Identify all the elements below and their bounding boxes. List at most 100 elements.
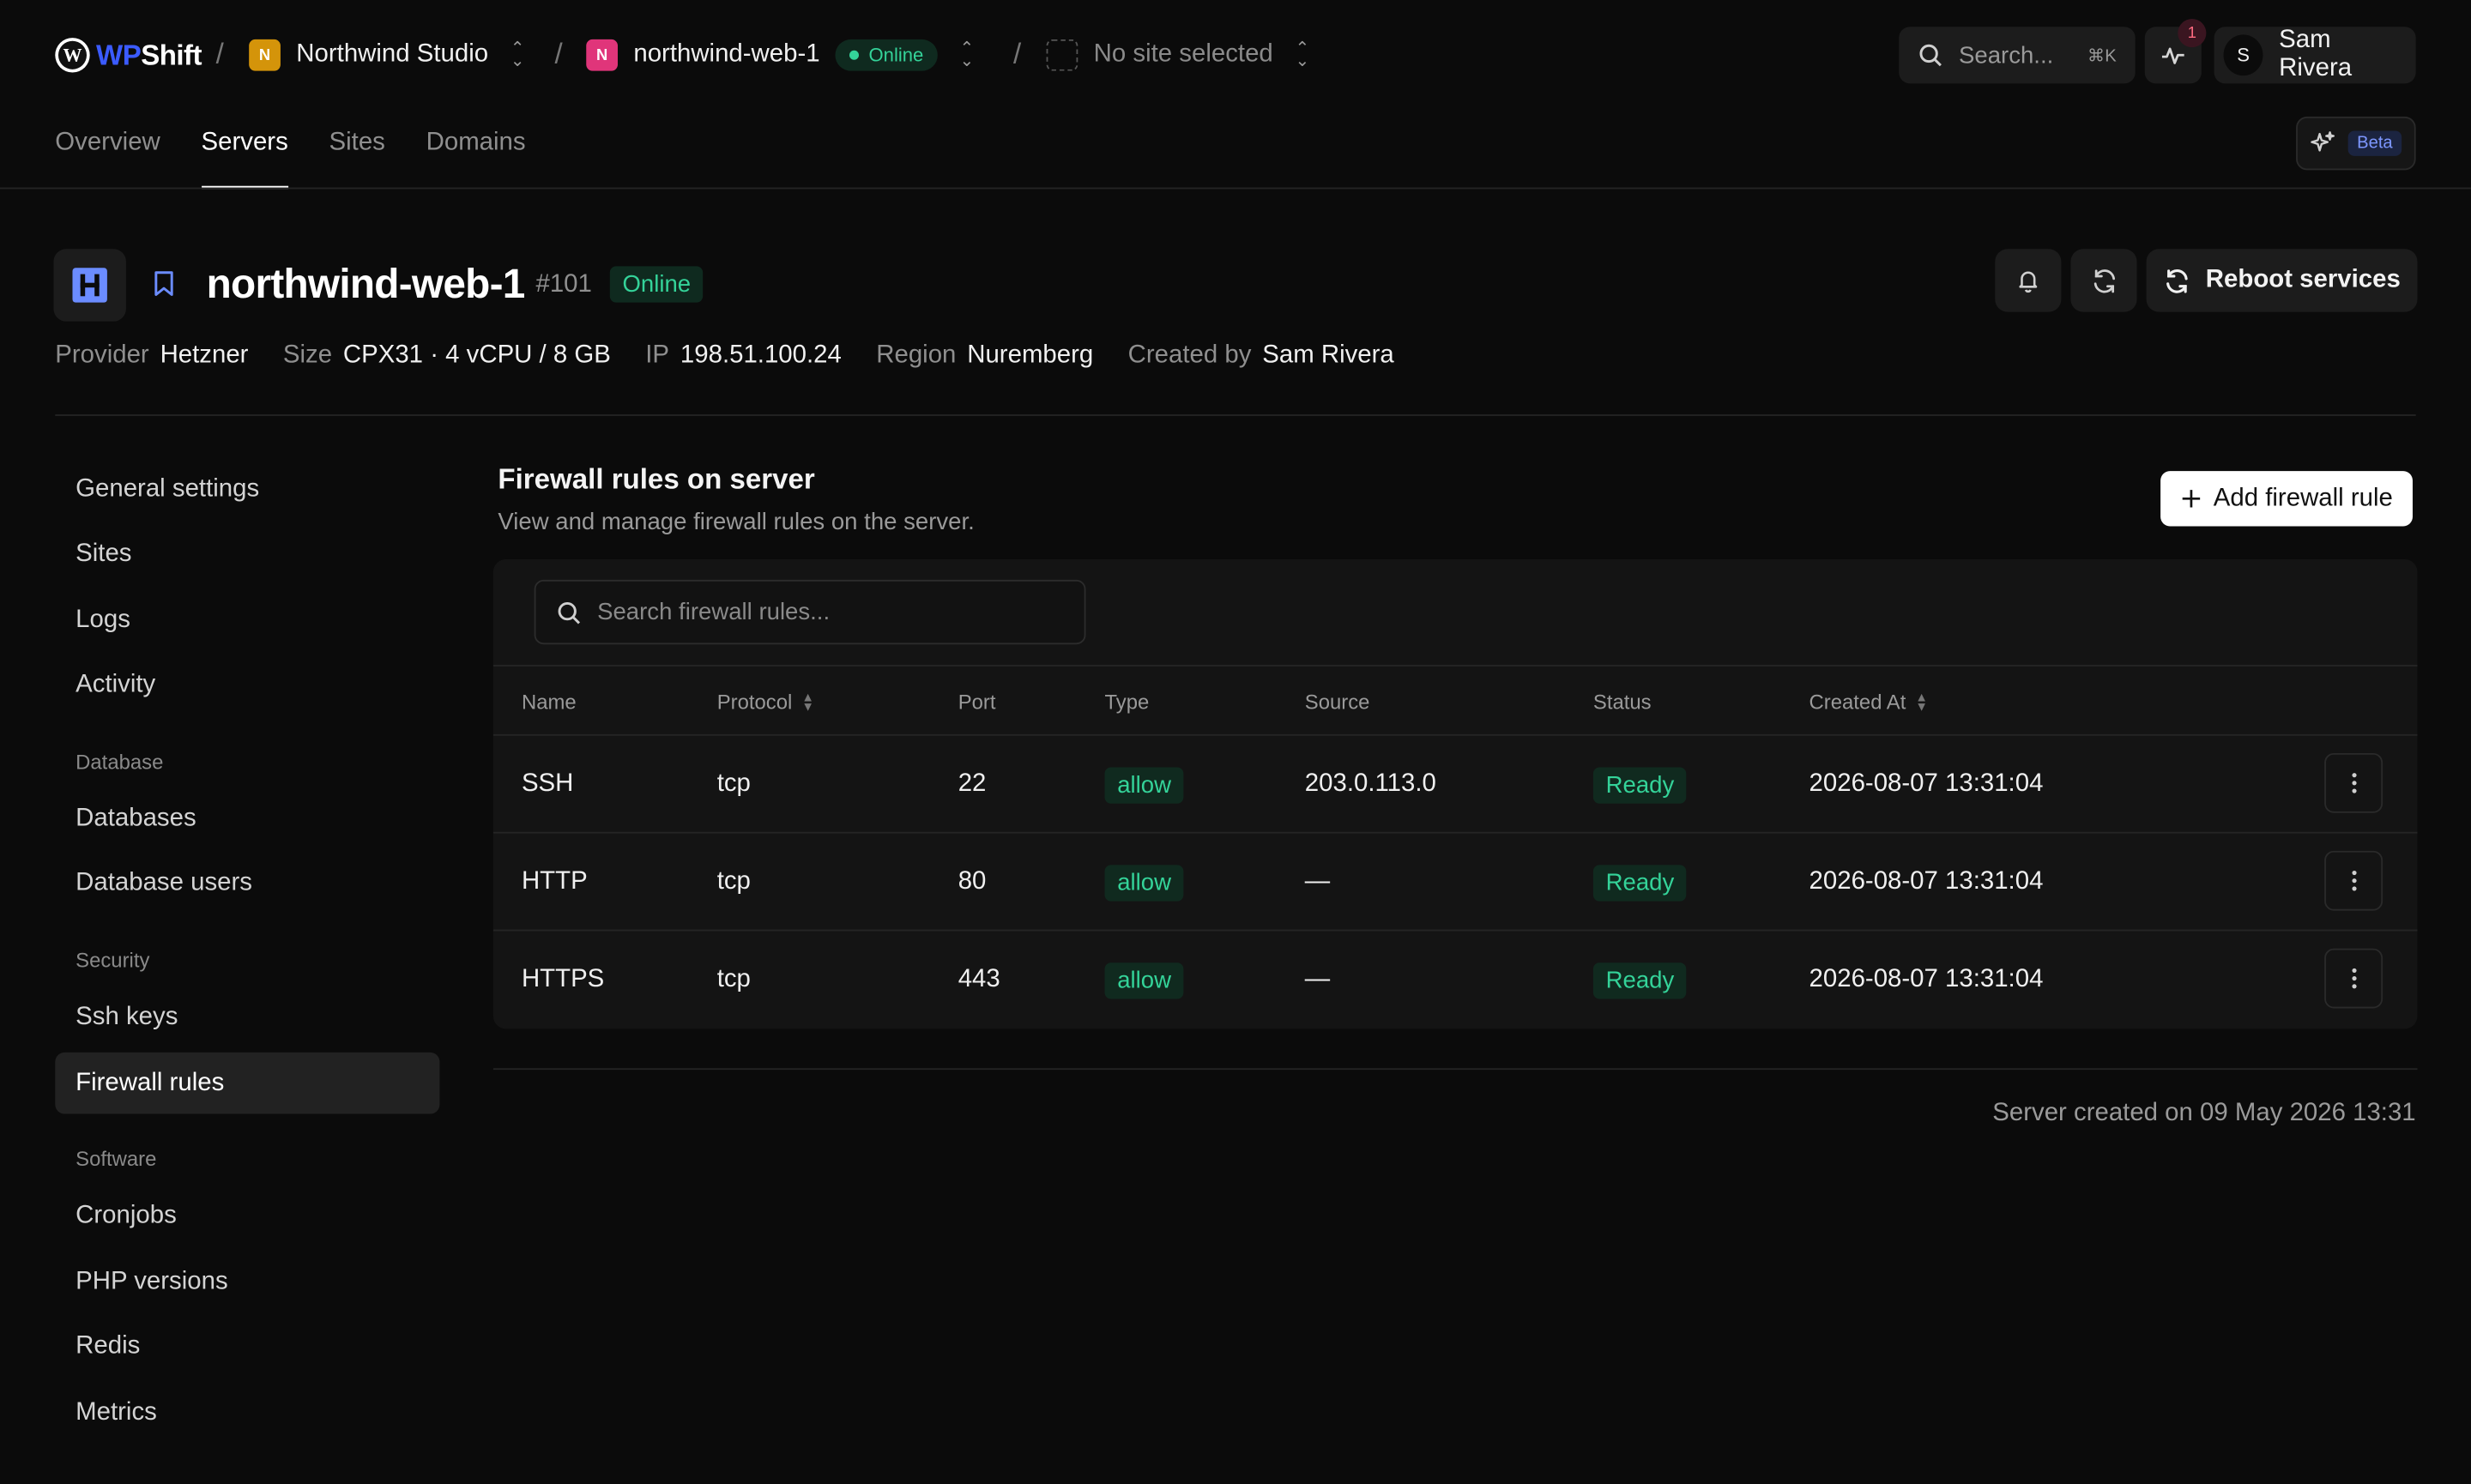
rule-protocol: tcp bbox=[716, 965, 751, 993]
status-badge: Online bbox=[609, 266, 704, 303]
sidebar-group-software: Software bbox=[76, 1147, 157, 1171]
chevron-updown-icon: ⌃ ⌄ bbox=[1295, 39, 1310, 71]
column-header-port: Port bbox=[958, 690, 996, 715]
rule-status-cell: Ready bbox=[1592, 736, 1687, 834]
ai-assistant-button[interactable]: Beta bbox=[2296, 116, 2416, 171]
sidebar-item-php-versions[interactable]: PHP versions bbox=[55, 1251, 439, 1312]
rule-status-cell: Ready bbox=[1592, 931, 1687, 1029]
column-header-status: Status bbox=[1592, 690, 1652, 715]
rule-created-at: 2026-08-07 13:31:04 bbox=[1809, 965, 2044, 993]
logo[interactable]: W WPShift bbox=[55, 36, 202, 74]
sidebar-item-activity[interactable]: Activity bbox=[55, 654, 439, 715]
rule-port: 22 bbox=[958, 770, 987, 798]
top-bar: W WPShift / N Northwind Studio ⌃ ⌄ / N no… bbox=[0, 0, 2471, 111]
sidebar-item-redis[interactable]: Redis bbox=[55, 1316, 439, 1378]
user-menu[interactable]: S Sam Rivera bbox=[2214, 27, 2416, 84]
sidebar-group-database: Database bbox=[76, 750, 164, 774]
avatar: S bbox=[2223, 34, 2263, 76]
hetzner-icon bbox=[72, 268, 107, 303]
rule-port: 80 bbox=[958, 868, 987, 896]
rule-type-cell: allow bbox=[1104, 736, 1184, 834]
divider bbox=[492, 665, 2418, 667]
status-badge: Ready bbox=[1592, 962, 1687, 998]
search-icon bbox=[558, 601, 581, 624]
more-vertical-icon bbox=[2351, 773, 2356, 793]
sidebar-item-general-settings[interactable]: General settings bbox=[55, 458, 439, 520]
chevron-updown-icon: ⌃ ⌄ bbox=[959, 39, 975, 71]
sidebar-item-ssh-keys[interactable]: Ssh keys bbox=[55, 986, 439, 1048]
divider bbox=[492, 1068, 2418, 1071]
team-avatar: N bbox=[249, 39, 281, 71]
sidebar-item-cronjobs[interactable]: Cronjobs bbox=[55, 1185, 439, 1246]
sidebar-item-logs[interactable]: Logs bbox=[55, 589, 439, 651]
column-header-type: Type bbox=[1104, 690, 1150, 715]
rule-source: 203.0.113.0 bbox=[1304, 770, 1436, 798]
rule-protocol: tcp bbox=[716, 868, 751, 896]
rule-name: HTTP bbox=[521, 868, 588, 896]
type-badge: allow bbox=[1104, 766, 1184, 803]
search-shortcut: ⌘K bbox=[2087, 46, 2117, 66]
tab-servers[interactable]: Servers bbox=[201, 130, 289, 190]
search-placeholder: Search firewall rules... bbox=[597, 598, 831, 626]
column-header-protocol[interactable]: Protocol ▲ ▼ bbox=[717, 690, 814, 714]
search-icon bbox=[1919, 44, 1942, 67]
site-switcher[interactable]: No site selected ⌃ ⌄ bbox=[1046, 36, 1310, 74]
server-created-note: Server created on 09 May 2026 13:31 bbox=[1992, 1100, 2416, 1127]
row-actions-button[interactable] bbox=[2324, 850, 2383, 911]
status-badge: Ready bbox=[1592, 864, 1687, 901]
meta-ip: IP 198.51.100.24 bbox=[645, 341, 842, 369]
tab-overview[interactable]: Overview bbox=[55, 130, 160, 190]
site-placeholder-icon bbox=[1046, 39, 1078, 71]
notifications-button[interactable] bbox=[1995, 249, 2062, 312]
refresh-icon bbox=[2093, 268, 2115, 293]
firewall-search-input[interactable]: Search firewall rules... bbox=[534, 579, 1086, 645]
bell-icon bbox=[2019, 271, 2038, 293]
sidebar-item-sites[interactable]: Sites bbox=[55, 523, 439, 585]
sidebar-item-metrics[interactable]: Metrics bbox=[55, 1382, 439, 1444]
add-firewall-rule-button[interactable]: Add firewall rule bbox=[2160, 471, 2413, 527]
rule-source: — bbox=[1304, 965, 1331, 993]
bookmark-icon[interactable] bbox=[151, 269, 176, 298]
breadcrumb-separator: / bbox=[215, 38, 224, 69]
column-header-created-at[interactable]: Created At ▲ ▼ bbox=[1809, 690, 1928, 714]
sidebar-item-databases[interactable]: Databases bbox=[55, 787, 439, 849]
refresh-icon bbox=[2166, 268, 2188, 293]
notification-count-badge: 1 bbox=[2178, 19, 2207, 48]
breadcrumb-separator: / bbox=[554, 38, 563, 69]
reboot-services-button[interactable]: Reboot services bbox=[2146, 249, 2418, 312]
server-switcher[interactable]: N northwind-web-1 Online ⌃ ⌄ bbox=[586, 36, 974, 74]
column-header-source: Source bbox=[1304, 690, 1370, 715]
server-avatar: N bbox=[586, 39, 618, 71]
rule-created-at: 2026-08-07 13:31:04 bbox=[1809, 868, 2044, 896]
server-meta: Provider Hetzner Size CPX31 · 4 vCPU / 8 G… bbox=[55, 342, 1393, 371]
meta-region: Region Nuremberg bbox=[876, 341, 1094, 369]
sidebar-item-database-users[interactable]: Database users bbox=[55, 853, 439, 914]
global-search[interactable]: Search... ⌘K bbox=[1899, 27, 2136, 84]
section-subtitle: View and manage firewall rules on the se… bbox=[498, 509, 975, 536]
chevron-updown-icon: ⌃ ⌄ bbox=[510, 39, 525, 71]
server-name: northwind-web-1 bbox=[633, 40, 820, 68]
divider bbox=[55, 414, 2416, 416]
divider bbox=[0, 187, 2471, 190]
sidebar-item-firewall-rules[interactable]: Firewall rules bbox=[55, 1052, 440, 1114]
activity-icon bbox=[2161, 47, 2184, 64]
rule-port: 443 bbox=[958, 965, 1000, 993]
tab-sites[interactable]: Sites bbox=[329, 130, 385, 190]
logo-text: WPShift bbox=[96, 38, 202, 70]
row-actions-button[interactable] bbox=[2324, 752, 2383, 813]
type-badge: allow bbox=[1104, 962, 1184, 998]
section-title: Firewall rules on server bbox=[498, 462, 815, 495]
rule-status-cell: Ready bbox=[1592, 834, 1687, 932]
refresh-button[interactable] bbox=[2070, 249, 2137, 312]
sort-icon: ▲ ▼ bbox=[801, 689, 814, 714]
tab-domains[interactable]: Domains bbox=[426, 130, 526, 190]
firewall-rules-table: Search firewall rules... Name Protocol ▲ ▼… bbox=[492, 559, 2418, 1029]
table-row: HTTPS tcp 443 allow — Ready 2026-08-07 1… bbox=[493, 931, 2418, 1029]
row-actions-button[interactable] bbox=[2324, 948, 2383, 1009]
plus-icon bbox=[2181, 490, 2200, 508]
rule-protocol: tcp bbox=[716, 770, 751, 798]
rule-name: HTTPS bbox=[521, 965, 605, 993]
meta-size: Size CPX31 · 4 vCPU / 8 GB bbox=[282, 341, 611, 369]
server-id: #101 bbox=[535, 270, 592, 299]
team-switcher[interactable]: N Northwind Studio ⌃ ⌄ bbox=[249, 36, 525, 74]
